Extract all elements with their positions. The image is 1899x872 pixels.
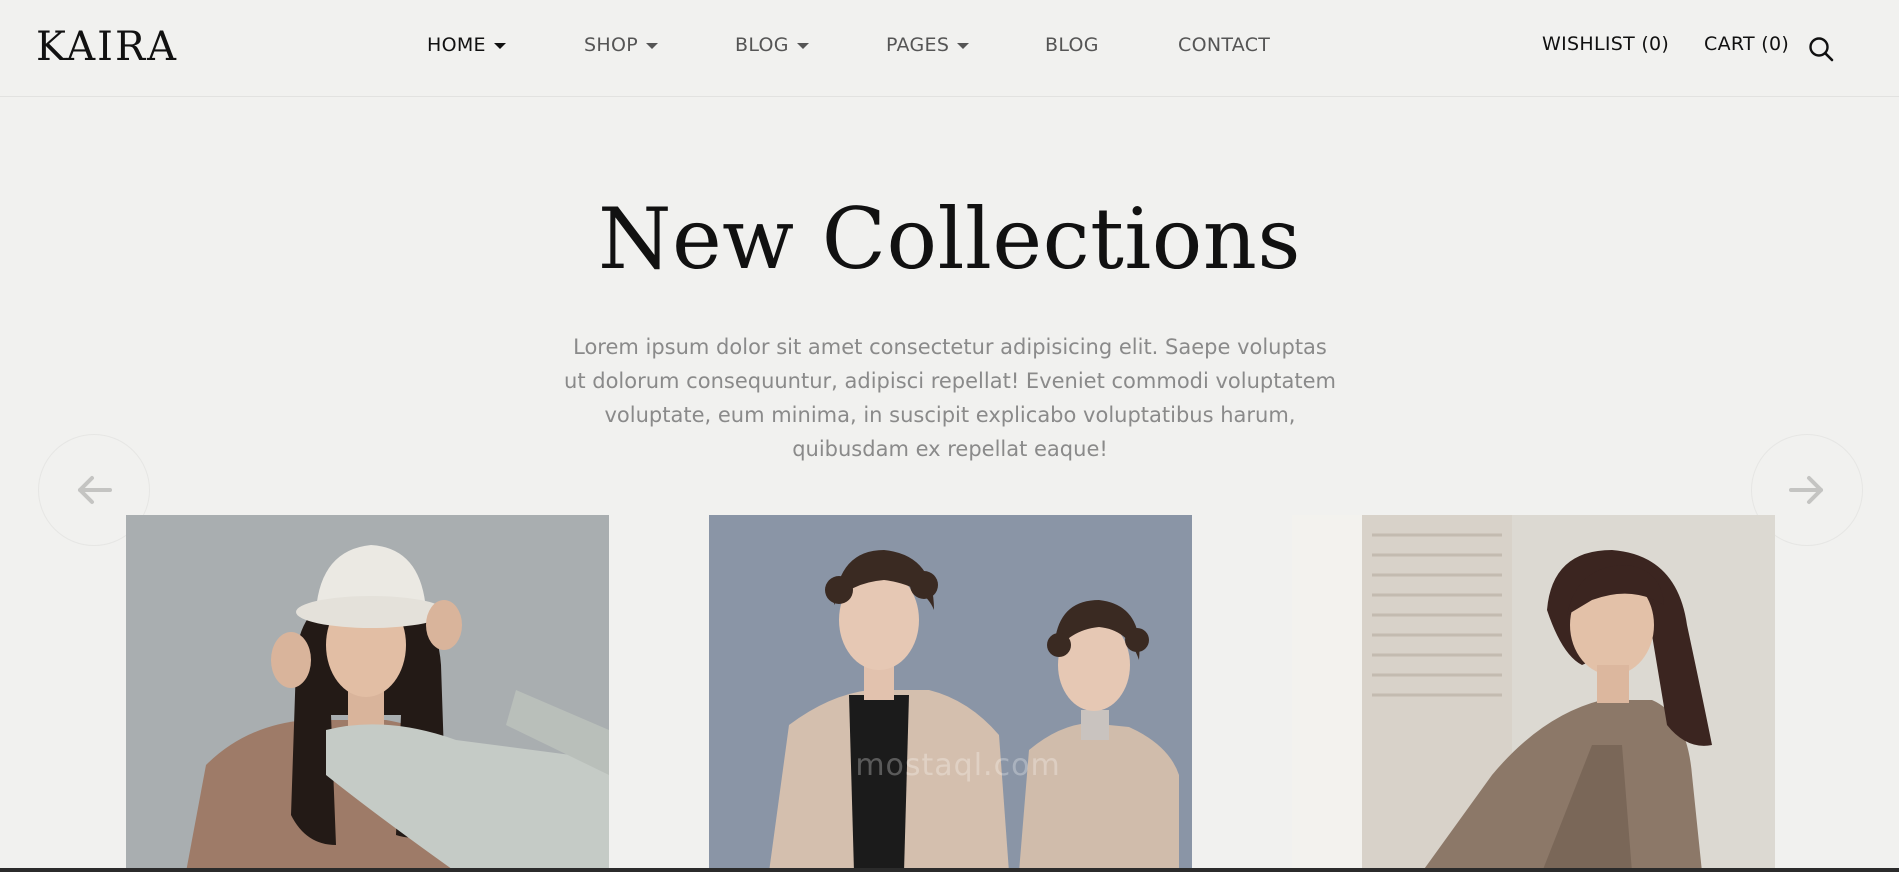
nav-item-shop[interactable]: SHOP: [584, 34, 658, 56]
two-women-coats-image: [709, 515, 1192, 872]
nav-item-label: BLOG: [735, 34, 789, 56]
section-description: Lorem ipsum dolor sit amet consectetur a…: [564, 335, 1336, 461]
watermark-text: mostaql.com: [855, 748, 1061, 783]
caret-down-icon: [957, 42, 970, 49]
section-title: New Collections: [597, 190, 1302, 288]
nav-item-label: BLOG: [1045, 34, 1099, 56]
nav-item-label: CONTACT: [1178, 34, 1271, 56]
woman-bucket-hat-image: [126, 515, 609, 872]
cart-link[interactable]: CART (0): [1704, 33, 1789, 55]
nav-item-blog-dropdown[interactable]: BLOG: [735, 34, 809, 56]
collection-card[interactable]: [1292, 515, 1775, 872]
caret-down-icon: [645, 42, 658, 49]
nav-item-pages[interactable]: PAGES: [886, 34, 970, 56]
nav-item-label: PAGES: [886, 34, 950, 56]
caret-down-icon: [796, 42, 809, 49]
search-icon[interactable]: [1808, 36, 1834, 62]
nav-item-blog[interactable]: BLOG: [1045, 34, 1099, 56]
collection-card[interactable]: mostaql.com: [709, 515, 1192, 872]
nav-item-label: HOME: [427, 34, 486, 56]
nav-item-home[interactable]: HOME: [427, 34, 506, 56]
site-header: KAIRA HOME SHOP BLOG PAGES BLOG CONTACT …: [0, 0, 1899, 97]
arrow-left-icon: [78, 476, 112, 504]
collection-card[interactable]: [126, 515, 609, 872]
woman-plaid-blazer-image: [1292, 515, 1775, 872]
wishlist-link[interactable]: WISHLIST (0): [1542, 33, 1669, 55]
nav-item-contact[interactable]: CONTACT: [1178, 34, 1270, 56]
arrow-right-icon: [1789, 476, 1823, 504]
bottom-divider: [0, 868, 1899, 872]
caret-down-icon: [493, 42, 506, 49]
nav-item-label: SHOP: [584, 34, 638, 56]
